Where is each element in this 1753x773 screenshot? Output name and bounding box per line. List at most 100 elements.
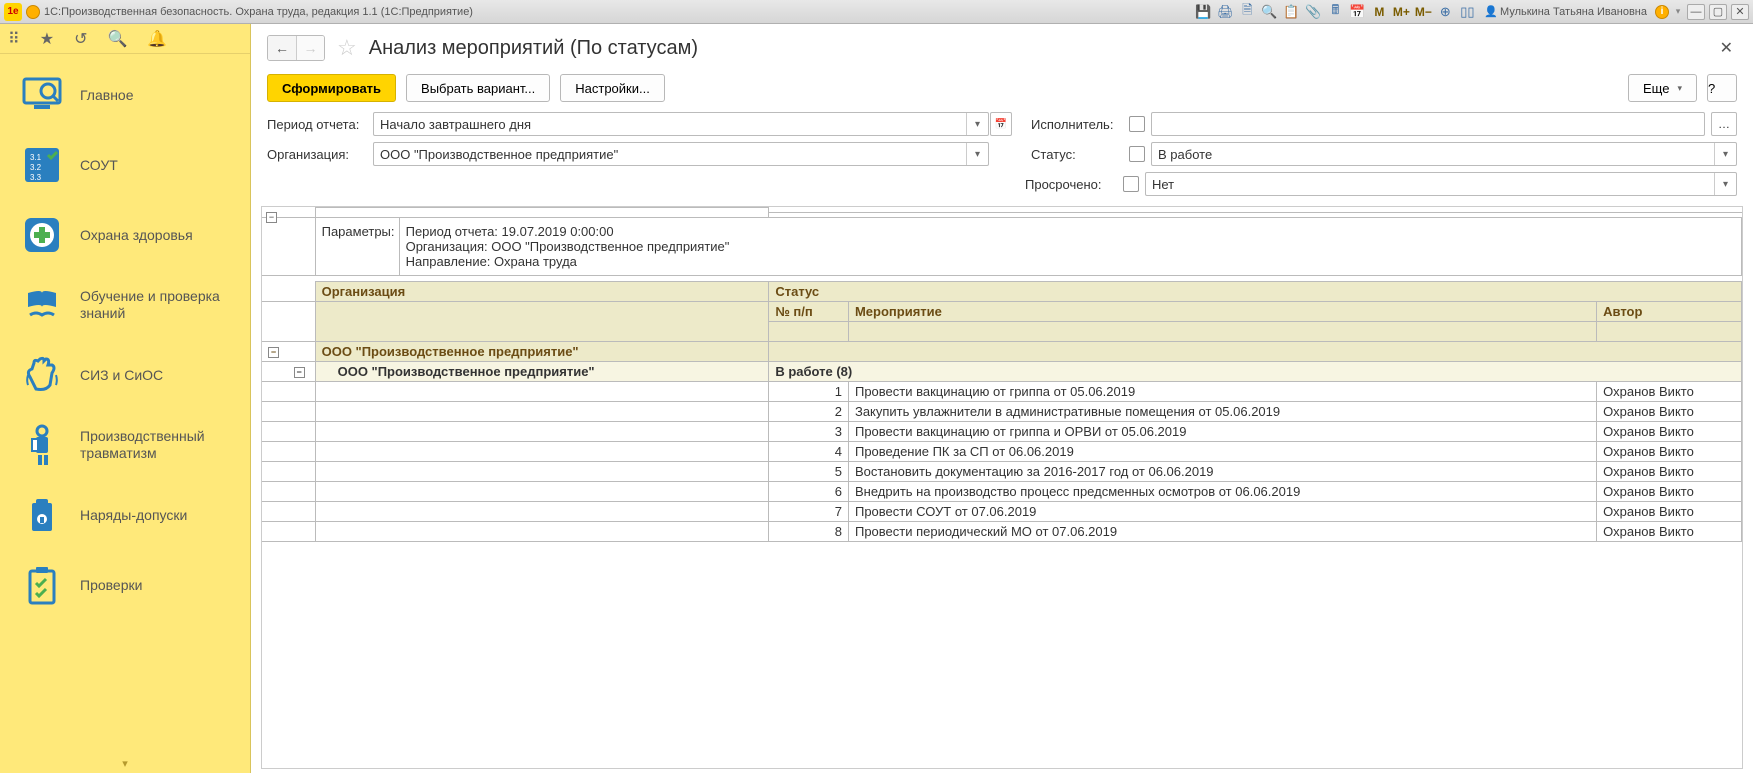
group2-status: В работе (8)	[769, 362, 1742, 382]
row-activity: Провести СОУТ от 07.06.2019	[848, 502, 1596, 522]
sidebar-item-training[interactable]: Обучение и проверка знаний	[0, 270, 250, 340]
status-value: В работе	[1158, 147, 1212, 162]
row-author: Охранов Викто	[1597, 442, 1742, 462]
overdue-dropdown-icon[interactable]: ▾	[1714, 173, 1736, 195]
favorite-icon[interactable]: ★	[40, 29, 54, 49]
checklist-icon: 3.13.23.3	[20, 143, 64, 187]
sidebar-item-label: СИЗ и СиОС	[80, 367, 238, 384]
sidebar-item-label: Проверки	[80, 577, 238, 594]
more-button[interactable]: Еще	[1628, 74, 1697, 102]
group1-org: ООО "Производственное предприятие"	[315, 342, 769, 362]
table-row[interactable]: 3Провести вакцинацию от гриппа и ОРВИ от…	[262, 422, 1742, 442]
status-dropdown-icon[interactable]: ▾	[1714, 143, 1736, 165]
calc-icon[interactable]: 🖩	[1326, 3, 1344, 21]
org-dropdown-icon[interactable]: ▾	[966, 143, 988, 165]
m-icon[interactable]: M	[1370, 3, 1388, 21]
row-num: 3	[769, 422, 849, 442]
nav-forward-button[interactable]: →	[296, 36, 324, 60]
help-button[interactable]: ?	[1707, 74, 1737, 102]
sidebar-item-label: Главное	[80, 87, 238, 104]
sidebar-item-sout[interactable]: 3.13.23.3 СОУТ	[0, 130, 250, 200]
table-row[interactable]: 2Закупить увлажнители в административные…	[262, 402, 1742, 422]
zoom-icon[interactable]: ⊕	[1436, 3, 1454, 21]
group2-expander-icon[interactable]: −	[294, 367, 305, 378]
row-num: 2	[769, 402, 849, 422]
clipboard-icon[interactable]: 📋	[1282, 3, 1300, 21]
row-activity: Востановить документацию за 2016-2017 го…	[848, 462, 1596, 482]
row-num: 5	[769, 462, 849, 482]
book-icon	[20, 283, 64, 327]
sidebar-item-injury[interactable]: Производственный травматизм	[0, 410, 250, 480]
sidebar-item-health[interactable]: Охрана здоровья	[0, 200, 250, 270]
table-row[interactable]: 7Провести СОУТ от 07.06.2019Охранов Викт…	[262, 502, 1742, 522]
settings-button[interactable]: Настройки...	[560, 74, 665, 102]
table-row[interactable]: 4Проведение ПК за СП от 06.06.2019Охрано…	[262, 442, 1742, 462]
choose-variant-button[interactable]: Выбрать вариант...	[406, 74, 550, 102]
sidebar-scroll-down[interactable]: ▾	[0, 753, 250, 773]
sidebar-item-label: Обучение и проверка знаний	[80, 288, 238, 322]
period-dropdown-icon[interactable]: ▾	[966, 113, 988, 135]
sidebar-item-siz[interactable]: СИЗ и СиОС	[0, 340, 250, 410]
maximize-button[interactable]: ▢	[1709, 4, 1727, 20]
generate-button[interactable]: Сформировать	[267, 74, 396, 102]
save-icon[interactable]: 💾	[1194, 3, 1212, 21]
close-window-button[interactable]: ✕	[1731, 4, 1749, 20]
history-icon[interactable]: ↺	[74, 29, 87, 49]
injury-icon	[20, 423, 64, 467]
status-checkbox[interactable]	[1129, 146, 1145, 162]
row-num: 7	[769, 502, 849, 522]
apps-icon[interactable]: ⠿	[8, 29, 20, 49]
sidebar-toolbar: ⠿ ★ ↺ 🔍 🔔	[0, 24, 250, 54]
glove-icon	[20, 353, 64, 397]
group1-expander-icon[interactable]: −	[268, 347, 279, 358]
preview-icon[interactable]: 🔍	[1260, 3, 1278, 21]
favorite-star-icon[interactable]: ☆	[337, 35, 357, 61]
row-author: Охранов Викто	[1597, 522, 1742, 542]
attach-icon[interactable]: 📎	[1304, 3, 1322, 21]
print-icon[interactable]: 🖨	[1216, 3, 1234, 21]
table-row[interactable]: 8Провести периодический МО от 07.06.2019…	[262, 522, 1742, 542]
status-label: Статус:	[1031, 147, 1123, 162]
sidebar-item-permits[interactable]: Наряды-допуски	[0, 480, 250, 550]
period-calendar-icon[interactable]: 📅	[990, 112, 1012, 136]
m-plus-icon[interactable]: M+	[1392, 3, 1410, 21]
table-row[interactable]: 5Востановить документацию за 2016-2017 г…	[262, 462, 1742, 482]
permit-icon	[20, 493, 64, 537]
table-row[interactable]: 1Провести вакцинацию от гриппа от 05.06.…	[262, 382, 1742, 402]
report-area[interactable]: − Параметры:	[261, 206, 1743, 769]
table-row[interactable]: 6Внедрить на производство процесс предсм…	[262, 482, 1742, 502]
sidebar-item-audits[interactable]: Проверки	[0, 550, 250, 620]
status-input[interactable]: В работе ▾	[1151, 142, 1737, 166]
executor-input[interactable]	[1151, 112, 1705, 136]
org-value: ООО "Производственное предприятие"	[380, 147, 618, 162]
minimize-button[interactable]: —	[1687, 4, 1705, 20]
param-line: Организация: ООО "Производственное предп…	[406, 239, 730, 254]
app-menu-dropdown[interactable]	[26, 5, 40, 19]
executor-pick-button[interactable]: …	[1711, 112, 1737, 136]
close-page-button[interactable]: ✕	[1716, 34, 1737, 62]
executor-checkbox[interactable]	[1129, 116, 1145, 132]
overdue-checkbox[interactable]	[1123, 176, 1139, 192]
info-dropdown-icon[interactable]: ▾	[1673, 3, 1683, 21]
period-input[interactable]: Начало завтрашнего дня ▾ 📅	[373, 112, 989, 136]
panels-icon[interactable]: ▯▯	[1458, 3, 1476, 21]
calendar-icon[interactable]: 📅	[1348, 3, 1366, 21]
document-icon[interactable]: 🗎	[1238, 3, 1256, 21]
current-user[interactable]: 👤Мулькина Татьяна Ивановна	[1480, 5, 1651, 18]
row-num: 4	[769, 442, 849, 462]
org-input[interactable]: ООО "Производственное предприятие" ▾	[373, 142, 989, 166]
monitor-icon	[20, 73, 64, 117]
sidebar-item-main[interactable]: Главное	[0, 60, 250, 130]
row-activity: Внедрить на производство процесс предсме…	[848, 482, 1596, 502]
collapse-all-icon[interactable]: −	[266, 212, 277, 223]
notifications-icon[interactable]: 🔔	[147, 29, 167, 49]
sidebar-item-label: Наряды-допуски	[80, 507, 238, 524]
sidebar-item-label: СОУТ	[80, 157, 238, 174]
m-minus-icon[interactable]: M−	[1414, 3, 1432, 21]
user-name: Мулькина Татьяна Ивановна	[1500, 6, 1647, 18]
overdue-label: Просрочено:	[1025, 177, 1117, 192]
nav-back-button[interactable]: ←	[268, 36, 296, 60]
overdue-input[interactable]: Нет ▾	[1145, 172, 1737, 196]
info-icon[interactable]: i	[1655, 5, 1669, 19]
search-icon[interactable]: 🔍	[107, 29, 127, 49]
